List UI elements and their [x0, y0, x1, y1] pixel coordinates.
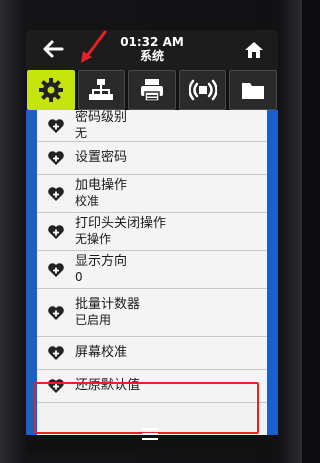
folder-icon [242, 83, 265, 99]
hamburger-menu-icon [142, 428, 158, 440]
heart-plus-icon [48, 346, 64, 360]
list-item-head-close-action[interactable]: 打印头关闭操作 无操作 [37, 213, 267, 251]
item-value: 无操作 [75, 232, 112, 246]
tab-connection[interactable] [178, 70, 227, 110]
clock-block: 01:32 AM 系统 [96, 35, 208, 64]
heart-plus-icon [48, 224, 64, 239]
gear-icon [38, 78, 63, 102]
item-label: 屏幕校准 [75, 345, 128, 360]
list-item-display-orientation[interactable]: 显示方向 0 [37, 251, 267, 289]
home-icon [245, 42, 263, 58]
time-display: 01:32 AM [120, 35, 184, 49]
tab-settings[interactable] [27, 70, 75, 110]
heart-plus-icon [48, 305, 64, 320]
heart-plus-icon [48, 186, 64, 201]
item-label: 打印头关闭操作 [75, 216, 167, 231]
home-button[interactable] [242, 38, 266, 62]
wireless-icon [188, 79, 217, 101]
item-label: 加电操作 [75, 178, 128, 193]
settings-panel: 密码级别 无 设置密码 加电操作 校准 打印头关闭操作 无操作 显示方向 0 批… [26, 110, 278, 435]
list-item-batch-counter[interactable]: 批量计数器 已启用 [37, 289, 267, 337]
tab-storage[interactable] [229, 70, 277, 110]
tab-network[interactable] [77, 70, 126, 110]
list-item-power-up-action[interactable]: 加电操作 校准 [37, 175, 267, 213]
printer-icon [140, 79, 163, 102]
back-button[interactable] [38, 36, 68, 64]
heart-plus-icon [48, 262, 64, 277]
item-label: 批量计数器 [75, 297, 141, 312]
item-value: 已启用 [75, 313, 112, 327]
list-item-screen-calibration[interactable]: 屏幕校准 [37, 337, 267, 370]
network-icon [89, 79, 114, 100]
item-value: 0 [75, 270, 83, 284]
item-label: 显示方向 [75, 254, 128, 269]
heart-plus-icon [48, 118, 64, 133]
header-bar: 01:32 AM 系统 [26, 30, 278, 70]
item-value: 校准 [75, 194, 100, 208]
printer-screen: 01:32 AM 系统 密码级别 无 设置密码 加电操作 校准 打印头关闭操作 … [26, 30, 278, 453]
list-item-password-level[interactable]: 密码级别 无 [37, 110, 267, 142]
category-tabs [26, 70, 278, 110]
list-item-set-password[interactable]: 设置密码 [37, 142, 267, 175]
heart-plus-icon [48, 151, 64, 165]
tab-print[interactable] [128, 70, 176, 110]
item-value: 无 [75, 126, 88, 140]
back-arrow-icon [43, 40, 64, 58]
item-label: 密码级别 [75, 110, 128, 125]
item-label: 设置密码 [75, 150, 128, 165]
page-title: 系统 [139, 49, 164, 63]
red-arrow-annotation-icon [81, 30, 107, 63]
menu-button[interactable] [139, 425, 161, 443]
